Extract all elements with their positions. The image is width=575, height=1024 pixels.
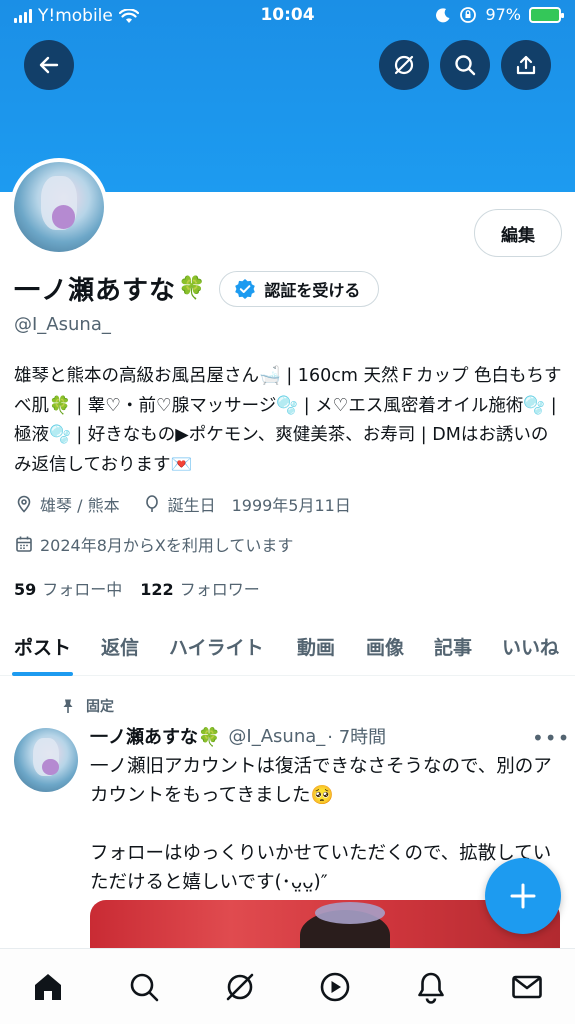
following-link[interactable]: 59 フォロー中 xyxy=(14,576,122,600)
nav-notifications[interactable] xyxy=(383,949,479,1024)
home-icon xyxy=(34,974,61,1000)
balloon-icon xyxy=(142,494,162,514)
following-label: フォロー中 xyxy=(42,580,123,599)
plus-icon xyxy=(510,883,536,909)
nav-home[interactable] xyxy=(0,949,96,1024)
tab-highlights[interactable]: ハイライト xyxy=(169,616,264,676)
calendar-icon xyxy=(14,534,34,554)
notifications-icon xyxy=(418,972,445,1004)
back-arrow-icon xyxy=(39,56,59,74)
back-button[interactable] xyxy=(24,40,74,90)
verified-badge-icon xyxy=(235,278,256,299)
grok-icon xyxy=(226,973,253,1001)
share-icon xyxy=(516,55,536,75)
battery-icon xyxy=(529,6,564,23)
moon-icon xyxy=(436,7,450,22)
followers-link[interactable]: 122 フォロワー xyxy=(140,576,259,600)
orientation-lock-icon xyxy=(460,6,477,23)
battery-percent: 97% xyxy=(485,5,521,24)
nav-search[interactable] xyxy=(96,949,192,1024)
location-icon xyxy=(14,494,34,514)
tab-posts[interactable]: ポスト xyxy=(11,616,74,676)
edit-profile-button[interactable]: 編集 xyxy=(474,209,562,257)
post-author-avatar[interactable] xyxy=(14,728,78,792)
nav-grok[interactable] xyxy=(192,949,288,1024)
tab-articles[interactable]: 記事 xyxy=(434,616,472,676)
post-more-icon[interactable]: ••• xyxy=(532,726,570,750)
pin-icon xyxy=(63,699,73,713)
display-name: 一ノ瀬あすな xyxy=(14,276,177,306)
profile-joined-date: 2024年8月からXを利用しています xyxy=(40,536,294,555)
grok-icon xyxy=(394,55,414,75)
tab-replies[interactable]: 返信 xyxy=(101,616,139,676)
compose-post-button[interactable] xyxy=(485,858,561,934)
post-time[interactable]: · 7時間 xyxy=(327,723,386,749)
grok-button[interactable] xyxy=(379,40,429,90)
profile-location: 雄琴 / 熊本 xyxy=(40,496,120,515)
messages-icon xyxy=(512,975,542,999)
nav-messages[interactable] xyxy=(479,949,575,1024)
video-icon xyxy=(321,972,350,1002)
pinned-label: 固定 xyxy=(86,699,114,715)
profile-avatar[interactable] xyxy=(10,158,108,256)
clover-emoji: 🍀 xyxy=(178,276,206,301)
tab-likes[interactable]: いいね xyxy=(502,616,559,676)
search-icon xyxy=(455,55,476,76)
get-verified-label: 認証を受ける xyxy=(264,280,361,300)
profile-birthday: 誕生日 1999年5月11日 xyxy=(167,496,351,515)
tab-videos[interactable]: 動画 xyxy=(297,616,335,676)
tab-media[interactable]: 画像 xyxy=(366,616,404,676)
bottom-nav xyxy=(0,948,575,1024)
get-verified-button[interactable]: 認証を受ける xyxy=(219,270,380,307)
post-header: 一ノ瀬あすな🍀 @I_Asuna_ · 7時間 xyxy=(90,723,386,749)
followers-label: フォロワー xyxy=(179,580,260,599)
profile-handle: @I_Asuna_ xyxy=(14,314,111,335)
search-button[interactable] xyxy=(440,40,490,90)
post-author-handle[interactable]: @I_Asuna_ xyxy=(228,726,325,747)
pinned-indicator: 固定 xyxy=(60,696,114,716)
post-author-name[interactable]: 一ノ瀬あすな🍀 xyxy=(90,723,220,749)
share-button[interactable] xyxy=(501,40,551,90)
nav-video[interactable] xyxy=(287,949,383,1024)
following-count: 59 xyxy=(14,580,37,599)
profile-bio: 雄琴と熊本の高級お風呂屋さん🛁 | 160cm 天然Ｆカップ 色白もちすべ肌🍀 … xyxy=(14,366,562,475)
profile-tabs: ポスト 返信 ハイライト 動画 画像 記事 いいね xyxy=(0,616,575,676)
status-bar: Y!mobile 10:04 97% xyxy=(0,0,575,34)
followers-count: 122 xyxy=(140,580,174,599)
search-icon xyxy=(130,973,159,1002)
